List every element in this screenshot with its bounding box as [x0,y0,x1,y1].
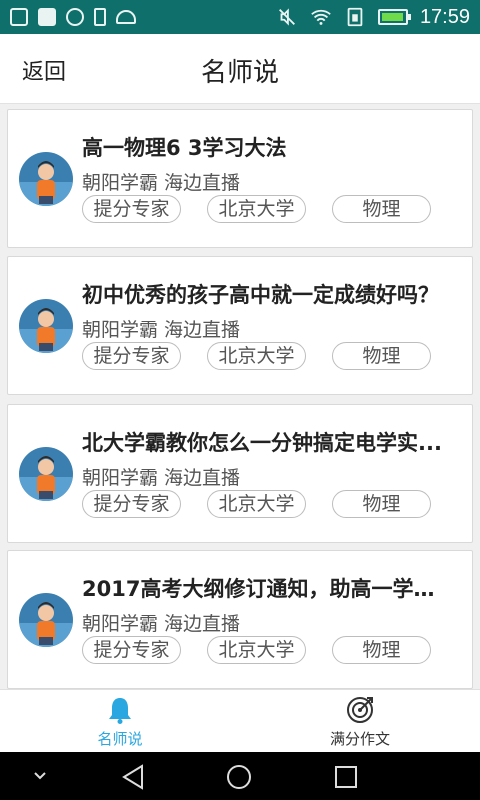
tag-chip[interactable]: 北京大学 [207,342,306,370]
usb-icon [94,8,106,26]
home-circle-icon[interactable] [226,764,252,790]
battery-icon [377,9,411,25]
tag-chip[interactable]: 物理 [332,490,431,518]
card-title: 高一物理6 3学习大法 [82,136,287,160]
avatar [19,593,73,647]
image-icon [10,8,28,26]
card-author: 朝阳学霸 海边直播 [82,319,241,341]
tag-chip[interactable]: 北京大学 [207,636,306,664]
back-triangle-icon[interactable] [121,764,145,790]
card-author: 朝阳学霸 海边直播 [82,467,241,489]
sim-icon [347,7,363,27]
article-list[interactable]: 高一物理6 3学习大法 朝阳学霸 海边直播 提分专家 北京大学 物理 初中优秀的… [0,104,480,689]
android-icon [116,10,136,24]
tag-chip[interactable]: 提分专家 [82,490,181,518]
tab-full-score-essay[interactable]: 满分作文 [240,690,480,752]
list-item[interactable]: 北大学霸教你怎么一分钟搞定电学实... 朝阳学霸 海边直播 提分专家 北京大学 … [7,404,473,543]
list-item[interactable]: 初中优秀的孩子高中就一定成绩好吗？ 朝阳学霸 海边直播 提分专家 北京大学 物理 [7,256,473,395]
tag-list: 提分专家 北京大学 物理 [82,636,431,664]
tag-list: 提分专家 北京大学 物理 [82,195,431,223]
cat-icon [38,8,56,26]
tag-list: 提分专家 北京大学 物理 [82,490,431,518]
card-author: 朝阳学霸 海边直播 [82,172,241,194]
avatar [19,299,73,353]
tab-label: 名师说 [97,730,143,748]
card-title: 初中优秀的孩子高中就一定成绩好吗？ [82,283,439,307]
list-item[interactable]: 2017高考大纲修订通知，助高一学生... 朝阳学霸 海边直播 提分专家 北京大… [7,550,473,689]
tag-chip[interactable]: 提分专家 [82,195,181,223]
avatar [19,152,73,206]
battery-level-fill [381,13,403,21]
status-time: 17:59 [419,5,470,28]
tag-chip[interactable]: 北京大学 [207,195,306,223]
chevron-down-icon[interactable] [32,768,48,784]
system-nav-bar [0,752,480,800]
status-bar: 17:59 [0,0,480,34]
tag-chip[interactable]: 物理 [332,342,431,370]
page-title: 名师说 [200,58,279,88]
bell-icon [109,698,131,724]
tag-list: 提分专家 北京大学 物理 [82,342,431,370]
tab-label: 满分作文 [329,730,390,748]
wifi-icon [311,9,331,25]
tag-chip[interactable]: 物理 [332,195,431,223]
tag-chip[interactable]: 北京大学 [207,490,306,518]
avatar [19,447,73,501]
tag-chip[interactable]: 物理 [332,636,431,664]
card-author: 朝阳学霸 海边直播 [82,613,241,635]
target-icon [347,697,373,723]
tag-chip[interactable]: 提分专家 [82,342,181,370]
bottom-tab-bar: 名师说 满分作文 [0,689,480,752]
tag-chip[interactable]: 提分专家 [82,636,181,664]
list-item[interactable]: 高一物理6 3学习大法 朝阳学霸 海边直播 提分专家 北京大学 物理 [7,109,473,248]
mute-icon [278,8,295,26]
face-icon [66,8,84,26]
title-bar: 返回 名师说 [0,34,480,104]
tab-teacher-talk[interactable]: 名师说 [0,690,240,752]
card-title: 北大学霸教你怎么一分钟搞定电学实... [82,431,442,455]
recents-square-icon[interactable] [334,765,358,789]
card-title: 2017高考大纲修订通知，助高一学生... [82,577,452,601]
